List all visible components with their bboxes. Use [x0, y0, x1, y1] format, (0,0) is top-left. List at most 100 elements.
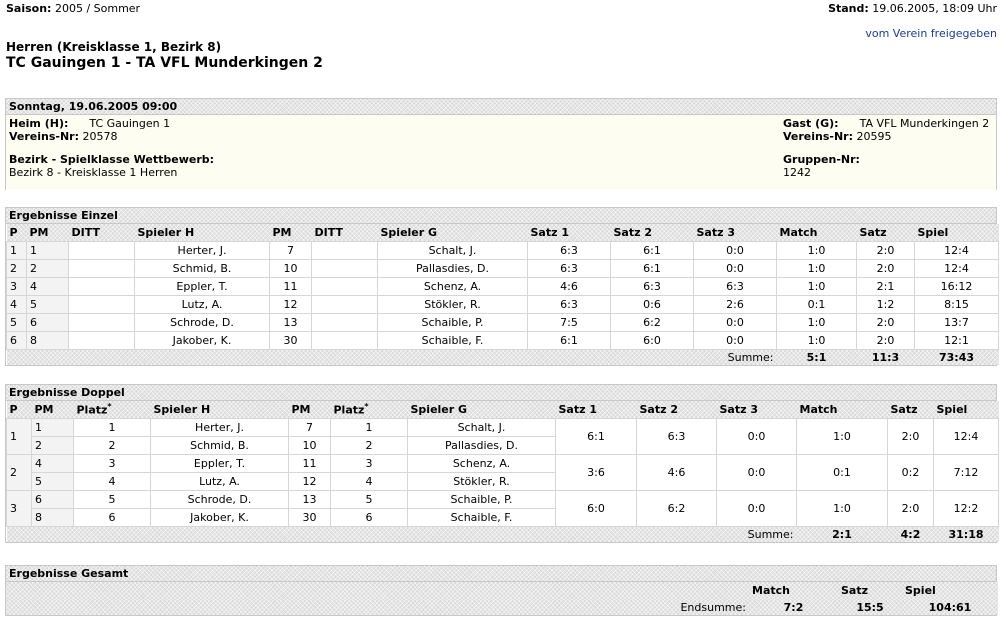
table-cell: 30: [269, 330, 312, 350]
table-cell: 6: [6, 330, 27, 350]
table-cell: 0:0: [693, 330, 777, 350]
table-cell: [311, 294, 378, 314]
table-cell: 8:15: [914, 294, 999, 314]
footnote-star: *: [107, 401, 112, 411]
col-header: Satz 2: [613, 225, 653, 239]
col-header: Satz: [841, 584, 869, 597]
table-cell: 5: [31, 471, 74, 491]
table-cell: 0:0: [693, 258, 777, 278]
singles-header-row: P PM DITT Spieler H PM DITT Spieler G Sa…: [6, 224, 999, 241]
table-cell: Pallasdies, D.: [377, 258, 528, 278]
table-cell: Herter, J.: [134, 240, 270, 260]
col-header: Satz 2: [639, 402, 679, 416]
table-cell: 1:2: [856, 294, 915, 314]
footnote-star: *: [364, 401, 369, 411]
col-header: Satz: [859, 225, 887, 239]
table-cell: 1:0: [776, 258, 857, 278]
table-cell: Eppler, T.: [134, 276, 270, 296]
table-cell: 6:0: [610, 330, 694, 350]
season-info: Saison: 2005 / Sommer: [6, 2, 140, 15]
table-cell: 7:5: [527, 312, 611, 332]
group-label: Gruppen-Nr:: [783, 153, 860, 166]
home-team: TC Gauingen 1: [89, 117, 171, 130]
table-cell: 6:3: [527, 294, 611, 314]
table-cell: 6: [73, 507, 151, 527]
doubles-row: 3 6 5 Schrode, D. 13 5 Schaible, P. 6:0 6:2 0:0 1:…: [6, 489, 999, 527]
col-header: Match: [799, 402, 838, 416]
table-cell: [311, 312, 378, 332]
sum-spiel: 73:43: [938, 350, 974, 364]
table-cell: 4: [6, 294, 27, 314]
table-cell: 1: [6, 240, 27, 260]
table-cell: 3: [330, 453, 408, 473]
table-cell: 8: [31, 507, 74, 527]
table-cell: Schrode, D.: [134, 312, 270, 332]
table-cell: 0:0: [693, 312, 777, 332]
table-cell: 2:1: [856, 276, 915, 296]
table-cell: 12:2: [933, 489, 999, 527]
table-cell: 4: [26, 276, 69, 296]
singles-row: 2 2 Schmid, B. 10 Pallasdies, D. 6:3 6:1 0:0 1:0…: [6, 258, 999, 278]
singles-row: 6 8 Jakober, K. 30 Schaible, F. 6:1 6:0 0:0 1:0 2…: [6, 330, 999, 350]
table-cell: 6:0: [555, 489, 637, 527]
table-cell: 0:6: [610, 294, 694, 314]
table-cell: 7:12: [933, 453, 999, 491]
table-cell: 6:2: [610, 312, 694, 332]
sum-match: 5:1: [806, 350, 827, 364]
league-title: Herren (Kreisklasse 1, Bezirk 8): [6, 40, 222, 54]
col-header: PM: [29, 225, 49, 239]
doubles-sum-row: Summe: 2:1 4:2 31:18: [6, 526, 999, 542]
total-satz: 15:5: [856, 600, 884, 614]
table-cell: 1: [6, 417, 32, 455]
table-cell: 12:4: [914, 258, 999, 278]
table-cell: Schaible, F.: [407, 507, 556, 527]
table-cell: 8: [26, 330, 69, 350]
stand-value: 19.06.2005, 18:09 Uhr: [872, 2, 997, 15]
table-cell: 13:7: [914, 312, 999, 332]
table-cell: [68, 294, 135, 314]
match-info-body: Heim (H): TC Gauingen 1 Vereins-Nr: 2057…: [6, 115, 996, 190]
table-cell: 0:1: [776, 294, 857, 314]
table-cell: Eppler, T.: [150, 453, 289, 473]
table-cell: 2: [31, 435, 74, 455]
match-title: TC Gauingen 1 - TA VFL Munderkingen 2: [6, 55, 323, 71]
table-cell: 1: [330, 417, 408, 437]
table-cell: 6:3: [527, 258, 611, 278]
singles-title: Ergebnisse Einzel: [6, 208, 996, 224]
table-cell: 30: [288, 507, 331, 527]
table-cell: 11: [269, 276, 312, 296]
table-cell: 2: [6, 258, 27, 278]
table-cell: 12: [269, 294, 312, 314]
table-cell: 6:1: [555, 417, 637, 455]
approval-status-link[interactable]: vom Verein freigegeben: [865, 27, 997, 40]
col-header: Spiel: [917, 225, 949, 239]
table-cell: 2: [26, 258, 69, 278]
col-header: Spiel: [905, 584, 936, 597]
table-cell: [311, 276, 378, 296]
table-cell: Schaible, P.: [377, 312, 528, 332]
table-cell: 0:0: [716, 417, 797, 455]
stand-label: Stand:: [828, 2, 869, 15]
doubles-title: Ergebnisse Doppel: [6, 385, 996, 401]
table-cell: 2:0: [856, 258, 915, 278]
table-cell: 2:0: [887, 417, 934, 455]
table-cell: 5: [73, 489, 151, 509]
col-header: Satz 3: [696, 225, 736, 239]
col-header: DITT: [71, 225, 100, 239]
overall-sum-row: Endsumme: 7:2 15:5 104:61: [6, 599, 998, 615]
table-cell: Schaible, P.: [407, 489, 556, 509]
district-value: Bezirk 8 - Kreisklasse 1 Herren: [9, 166, 178, 179]
table-cell: 0:0: [693, 240, 777, 260]
table-cell: 3: [73, 453, 151, 473]
match-date: Sonntag, 19.06.2005 09:00: [6, 99, 996, 115]
table-cell: 12:4: [914, 240, 999, 260]
table-cell: 4: [330, 471, 408, 491]
district-label: Bezirk - Spielklasse Wettbewerb:: [9, 153, 215, 166]
doubles-results-panel: Ergebnisse Doppel P PM Platz* Spieler H …: [5, 384, 999, 543]
table-cell: 6:1: [610, 240, 694, 260]
total-match: 7:2: [783, 600, 804, 614]
table-cell: 0:1: [796, 453, 888, 491]
overall-table: Match Satz Spiel Endsumme: 7:2 15:5 104:…: [6, 582, 998, 615]
overall-results-panel: Ergebnisse Gesamt Match Satz Spiel Endsu…: [5, 565, 998, 616]
table-cell: 6:2: [636, 489, 717, 527]
